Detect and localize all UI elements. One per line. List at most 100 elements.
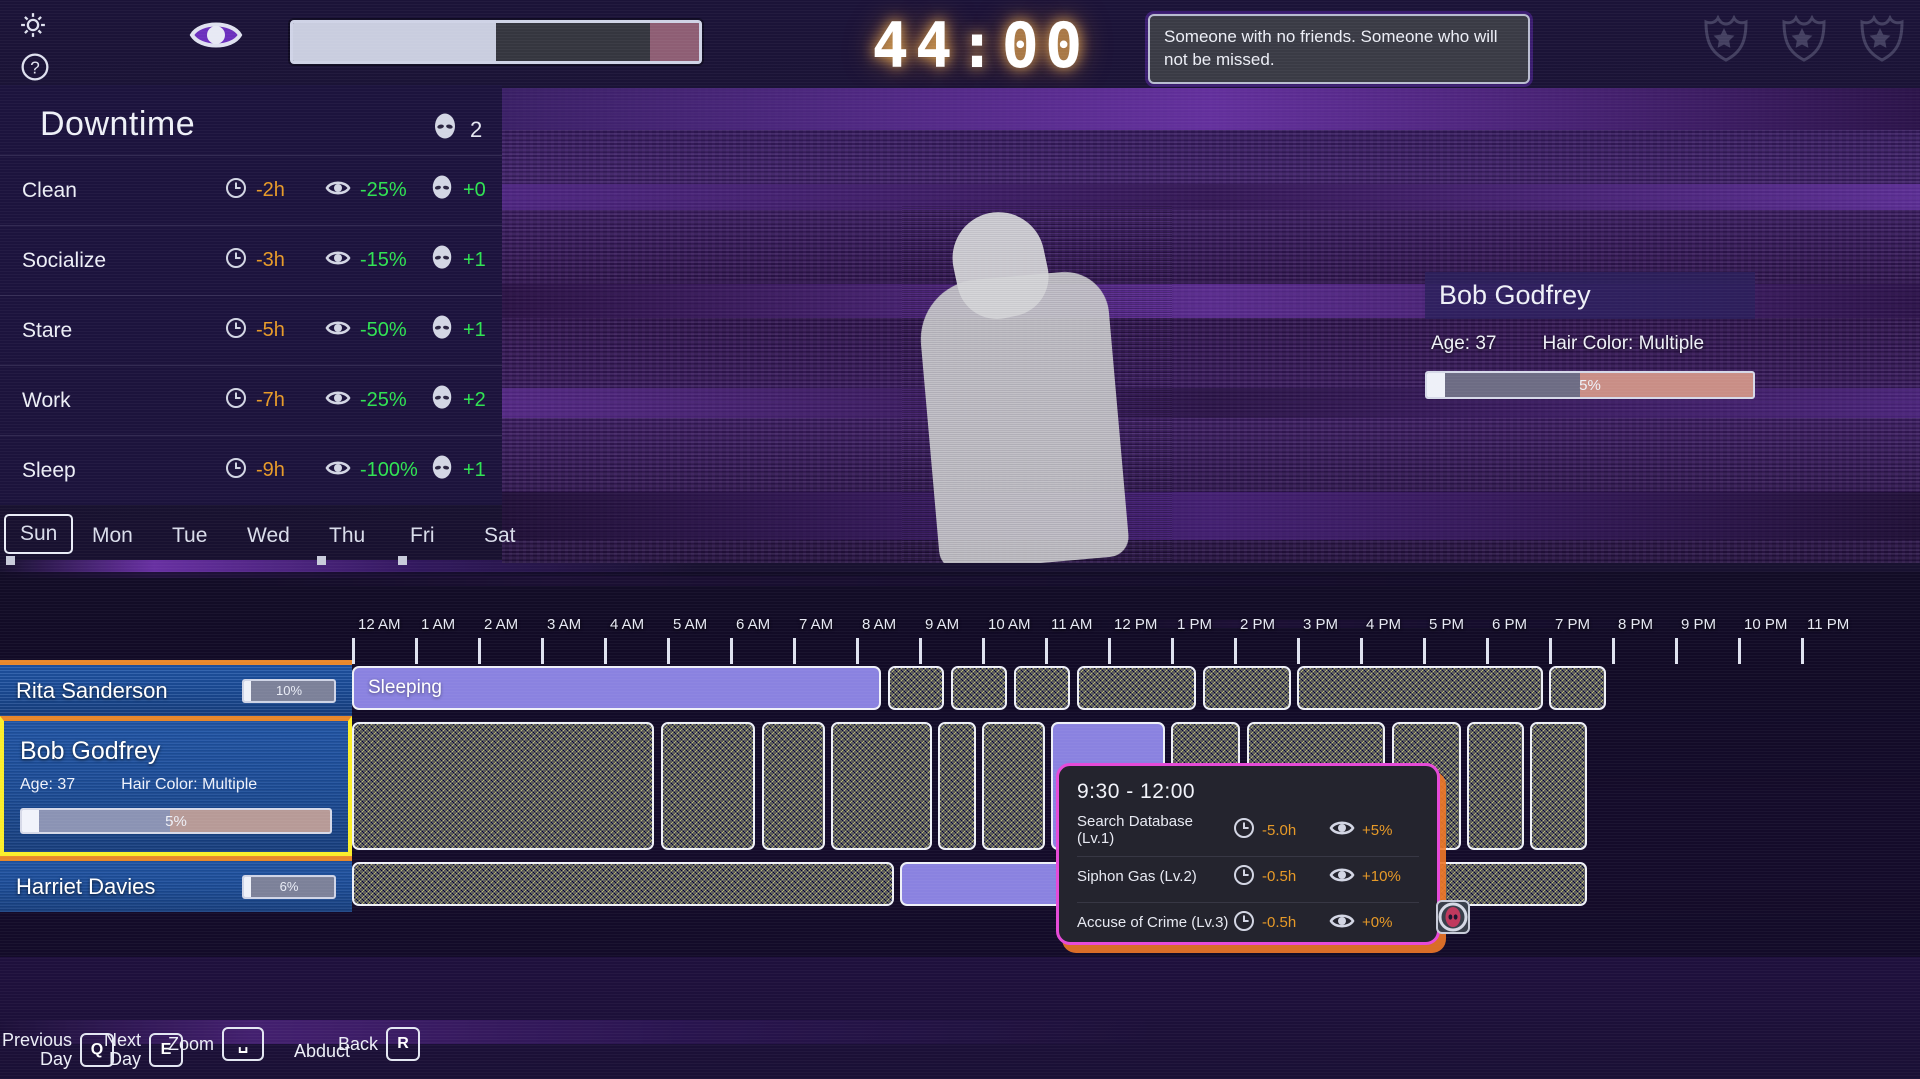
downtime-row[interactable]: Work-7h-25%+2 bbox=[0, 365, 502, 435]
downtime-row[interactable]: Socialize-3h-15%+1 bbox=[0, 225, 502, 295]
downtime-activity-label: Socialize bbox=[22, 249, 106, 273]
person-card[interactable]: Harriet Davies6% bbox=[0, 856, 352, 912]
schedule-block-unknown[interactable] bbox=[1467, 722, 1524, 850]
target-hair-color: Hair Color: Multiple bbox=[1543, 333, 1705, 355]
timeline-row[interactable]: Sleeping bbox=[352, 660, 1864, 716]
hour-label: 9 AM bbox=[925, 616, 959, 633]
clock-icon bbox=[1233, 817, 1255, 843]
police-badge-icon bbox=[1852, 8, 1908, 69]
eye-icon bbox=[325, 319, 351, 343]
day-tabs[interactable]: SunMonTueWedThuFriSat bbox=[0, 518, 540, 562]
hour-label: 7 AM bbox=[799, 616, 833, 633]
clock-icon bbox=[225, 457, 247, 485]
hour-label: 5 AM bbox=[673, 616, 707, 633]
key-r: R bbox=[386, 1027, 420, 1061]
day-tab-sun[interactable]: Sun bbox=[4, 514, 73, 554]
schedule-block-unknown[interactable] bbox=[352, 722, 654, 850]
tooltip-activity-name: Accuse of Crime (Lv.3) bbox=[1077, 914, 1233, 931]
hour-label: 12 AM bbox=[358, 616, 401, 633]
eye-icon bbox=[325, 459, 351, 483]
alien-cursor-icon bbox=[1430, 894, 1476, 940]
hour-axis: 12 AM1 AM2 AM3 AM4 AM5 AM6 AM7 AM8 AM9 A… bbox=[352, 616, 1864, 650]
person-name: Bob Godfrey bbox=[20, 737, 332, 766]
downtime-activity-label: Stare bbox=[22, 319, 72, 343]
target-age: Age: 37 bbox=[1431, 333, 1497, 355]
schedule-block-unknown[interactable] bbox=[1077, 666, 1197, 710]
downtime-row[interactable]: Stare-5h-50%+1 bbox=[0, 295, 502, 365]
suspicion-bar-danger-zone bbox=[650, 23, 699, 61]
clock-icon bbox=[225, 247, 247, 275]
schedule-block-unknown[interactable] bbox=[951, 666, 1008, 710]
downtime-activity-label: Sleep bbox=[22, 459, 76, 483]
hotkey-back[interactable]: Back R bbox=[338, 1027, 420, 1061]
tooltip-time-cost: -5.0h bbox=[1262, 822, 1296, 839]
hour-label: 8 PM bbox=[1618, 616, 1653, 633]
people-list[interactable]: Rita Sanderson10%Bob GodfreyAge: 37Hair … bbox=[0, 660, 352, 912]
downtime-time-cost: -9h bbox=[256, 459, 285, 482]
downtime-time-cost: -3h bbox=[256, 249, 285, 272]
schedule-block-unknown[interactable] bbox=[938, 722, 976, 850]
police-badge-icon bbox=[1774, 8, 1830, 69]
hotkey-label: Back bbox=[338, 1035, 378, 1054]
day-tab-wed[interactable]: Wed bbox=[233, 518, 304, 554]
hotkey-zoom[interactable]: Zoom ␣ bbox=[168, 1027, 264, 1061]
eye-icon bbox=[188, 12, 244, 58]
downtime-suspicion-delta: -50% bbox=[360, 319, 407, 342]
hour-label: 4 AM bbox=[610, 616, 644, 633]
schedule-block-known[interactable]: Sleeping bbox=[352, 666, 881, 710]
schedule-block-unknown[interactable] bbox=[982, 722, 1045, 850]
schedule-block-unknown[interactable] bbox=[1203, 666, 1291, 710]
schedule-block-unknown[interactable] bbox=[1297, 666, 1543, 710]
downtime-time-cost: -5h bbox=[256, 319, 285, 342]
schedule-block-unknown[interactable] bbox=[1014, 666, 1071, 710]
countdown-timer: 44:00 bbox=[830, 6, 1130, 84]
schedule-block-unknown[interactable] bbox=[888, 666, 945, 710]
person-card[interactable]: Rita Sanderson10% bbox=[0, 660, 352, 716]
person-progress-bar: 5% bbox=[20, 808, 332, 834]
downtime-activity-label: Clean bbox=[22, 179, 77, 203]
person-card[interactable]: Bob GodfreyAge: 37Hair Color: Multiple5% bbox=[0, 716, 352, 856]
question-mark-icon[interactable]: ? bbox=[16, 48, 54, 86]
day-tab-mon[interactable]: Mon bbox=[78, 518, 147, 554]
schedule-block-unknown[interactable] bbox=[1530, 722, 1587, 850]
gear-icon[interactable] bbox=[14, 6, 52, 44]
tooltip-time-cost: -0.5h bbox=[1262, 868, 1296, 885]
downtime-alien-delta: +2 bbox=[463, 389, 486, 412]
downtime-suspicion-delta: -25% bbox=[360, 179, 407, 202]
alien-icon bbox=[430, 315, 454, 347]
alien-icon bbox=[430, 455, 454, 487]
downtime-suspicion-delta: -25% bbox=[360, 389, 407, 412]
day-tab-tue[interactable]: Tue bbox=[158, 518, 221, 554]
schedule-block-unknown[interactable] bbox=[352, 862, 894, 906]
suspicion-bar bbox=[290, 20, 702, 64]
person-progress-bar: 6% bbox=[242, 875, 336, 899]
day-tab-thu[interactable]: Thu bbox=[315, 518, 379, 554]
key-space: ␣ bbox=[222, 1027, 264, 1061]
hour-label: 10 AM bbox=[988, 616, 1031, 633]
eye-icon bbox=[1329, 866, 1355, 888]
hour-label: 3 PM bbox=[1303, 616, 1338, 633]
downtime-suspicion-delta: -100% bbox=[360, 459, 418, 482]
day-tab-sat[interactable]: Sat bbox=[470, 518, 530, 554]
schedule-block-unknown[interactable] bbox=[762, 722, 825, 850]
day-tab-fri[interactable]: Fri bbox=[396, 518, 449, 554]
schedule-block-unknown[interactable] bbox=[1549, 666, 1606, 710]
tooltip-rows: Search Database (Lv.1)-5.0h+5%Siphon Gas… bbox=[1077, 810, 1419, 942]
hour-label: 2 AM bbox=[484, 616, 518, 633]
clock-icon bbox=[225, 317, 247, 345]
schedule-block-unknown[interactable] bbox=[831, 722, 932, 850]
downtime-panel: Downtime 2 Clean-2h-25%+0Socialize-3h-15… bbox=[0, 85, 502, 505]
eye-icon bbox=[325, 389, 351, 413]
schedule-block-unknown[interactable] bbox=[661, 722, 756, 850]
hotkey-label: PreviousDay bbox=[2, 1031, 72, 1069]
hotkey-previous-day[interactable]: PreviousDay Q bbox=[2, 1031, 114, 1069]
police-badges bbox=[1696, 8, 1908, 69]
target-progress-value: 5% bbox=[1427, 377, 1753, 394]
person-name: Rita Sanderson bbox=[0, 678, 168, 704]
downtime-row[interactable]: Clean-2h-25%+0 bbox=[0, 155, 502, 225]
alien-count: 2 bbox=[470, 117, 482, 143]
target-progress-bar: 5% bbox=[1425, 371, 1755, 399]
downtime-alien-total: 2 bbox=[432, 113, 482, 146]
day-marker-dot bbox=[398, 556, 407, 565]
downtime-row[interactable]: Sleep-9h-100%+1 bbox=[0, 435, 502, 505]
